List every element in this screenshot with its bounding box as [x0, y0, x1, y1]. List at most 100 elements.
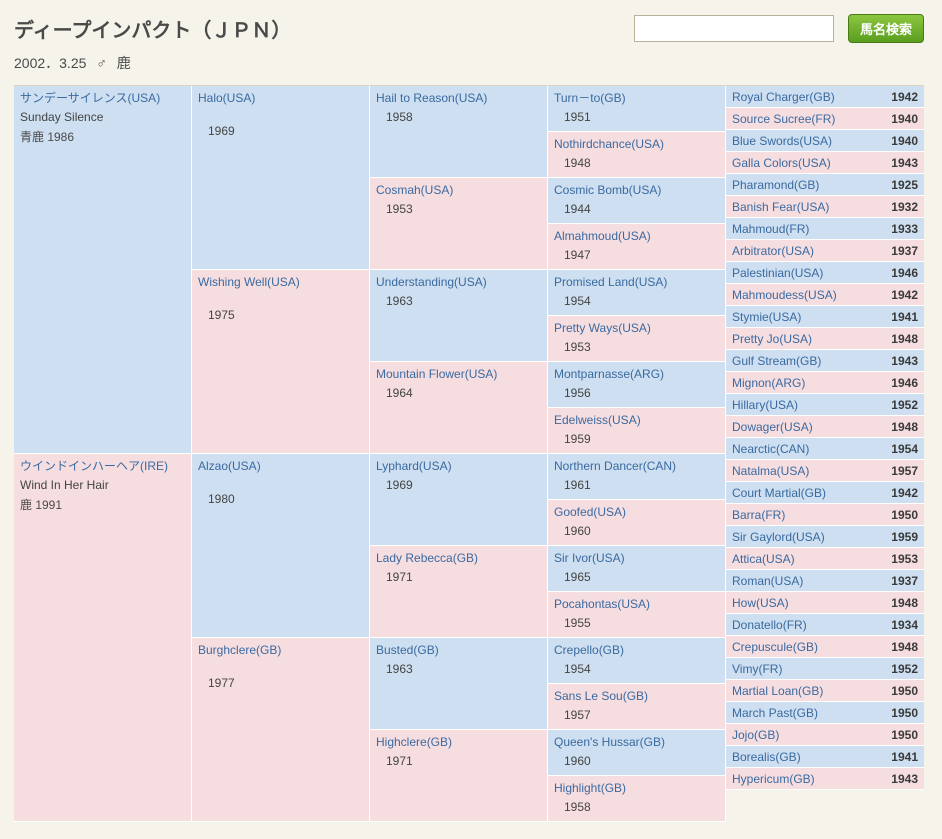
- gen5-row: Martial Loan(GB)1950: [726, 680, 924, 702]
- ancestor-link[interactable]: Galla Colors(USA): [732, 156, 831, 170]
- ancestor-link[interactable]: Nothirdchance(USA): [554, 136, 719, 153]
- ancestor-link[interactable]: Source Sucree(FR): [732, 112, 835, 126]
- gen3-cell: Lady Rebecca(GB)1971: [370, 546, 548, 638]
- ancestor-link[interactable]: Promised Land(USA): [554, 274, 719, 291]
- ancestor-link[interactable]: Hypericum(GB): [732, 772, 815, 786]
- ancestor-year: 1948: [891, 420, 918, 434]
- ancestor-link[interactable]: Royal Charger(GB): [732, 90, 835, 104]
- ancestor-link[interactable]: Palestinian(USA): [732, 266, 823, 280]
- ancestor-link[interactable]: Vimy(FR): [732, 662, 782, 676]
- ancestor-link[interactable]: Cosmah(USA): [376, 182, 541, 199]
- ancestor-link[interactable]: Roman(USA): [732, 574, 803, 588]
- birth-date: 2002．3.25: [14, 55, 86, 71]
- ancestor-link[interactable]: Alzao(USA): [198, 458, 363, 475]
- ancestor-link[interactable]: Barra(FR): [732, 508, 785, 522]
- gen5-row: Palestinian(USA)1946: [726, 262, 924, 284]
- ancestor-link[interactable]: Lady Rebecca(GB): [376, 550, 541, 567]
- gen4-cell: Promised Land(USA)1954: [548, 270, 726, 316]
- ancestor-link[interactable]: Donatello(FR): [732, 618, 807, 632]
- gen4-cell: Crepello(GB)1954: [548, 638, 726, 684]
- ancestor-link[interactable]: Goofed(USA): [554, 504, 719, 521]
- ancestor-link[interactable]: Pretty Ways(USA): [554, 320, 719, 337]
- ancestor-link[interactable]: Sir Gaylord(USA): [732, 530, 825, 544]
- ancestor-link[interactable]: Montparnasse(ARG): [554, 366, 719, 383]
- ancestor-link[interactable]: Arbitrator(USA): [732, 244, 814, 258]
- ancestor-year: 1958: [554, 799, 719, 816]
- ancestor-year: 1948: [891, 596, 918, 610]
- ancestor-link[interactable]: Edelweiss(USA): [554, 412, 719, 429]
- ancestor-link[interactable]: Pharamond(GB): [732, 178, 819, 192]
- ancestor-link[interactable]: Pretty Jo(USA): [732, 332, 812, 346]
- gen5-row: Royal Charger(GB) 1942: [726, 86, 924, 108]
- ancestor-link[interactable]: Mountain Flower(USA): [376, 366, 541, 383]
- ancestor-link[interactable]: Crepuscule(GB): [732, 640, 818, 654]
- ancestor-link[interactable]: Martial Loan(GB): [732, 684, 823, 698]
- ancestor-link[interactable]: Mahmoud(FR): [732, 222, 809, 236]
- ancestor-link[interactable]: ウインドインハーヘア(IRE): [20, 458, 185, 475]
- ancestor-link[interactable]: Hail to Reason(USA): [376, 90, 541, 107]
- gen4-cell: Edelweiss(USA)1959: [548, 408, 726, 454]
- ancestor-year: 1963: [376, 293, 541, 310]
- ancestor-link[interactable]: Northern Dancer(CAN): [554, 458, 719, 475]
- ancestor-en-name: Wind In Her Hair: [20, 477, 185, 494]
- ancestor-year: 1965: [554, 569, 719, 586]
- gen5-row: Hillary(USA) 1952: [726, 394, 924, 416]
- ancestor-link[interactable]: Pocahontas(USA): [554, 596, 719, 613]
- ancestor-link[interactable]: Banish Fear(USA): [732, 200, 829, 214]
- ancestor-link[interactable]: Nearctic(CAN): [732, 442, 809, 456]
- search-button[interactable]: 馬名検索: [848, 14, 924, 43]
- ancestor-link[interactable]: Lyphard(USA): [376, 458, 541, 475]
- ancestor-link[interactable]: Almahmoud(USA): [554, 228, 719, 245]
- ancestor-link[interactable]: How(USA): [732, 596, 789, 610]
- ancestor-link[interactable]: Dowager(USA): [732, 420, 813, 434]
- ancestor-link[interactable]: Busted(GB): [376, 642, 541, 659]
- ancestor-year: 1952: [891, 398, 918, 412]
- ancestor-link[interactable]: Sans Le Sou(GB): [554, 688, 719, 705]
- ancestor-link[interactable]: Wishing Well(USA): [198, 274, 363, 291]
- ancestor-link[interactable]: Highlight(GB): [554, 780, 719, 797]
- ancestor-link[interactable]: Halo(USA): [198, 90, 363, 107]
- ancestor-link[interactable]: Sir Ivor(USA): [554, 550, 719, 567]
- ancestor-link[interactable]: Natalma(USA): [732, 464, 809, 478]
- ancestor-year: 1940: [891, 134, 918, 148]
- gen4-cell: Turn－to(GB)1951: [548, 86, 726, 132]
- gen5-row: Natalma(USA)1957: [726, 460, 924, 482]
- search-input[interactable]: [634, 15, 834, 42]
- ancestor-link[interactable]: Court Martial(GB): [732, 486, 826, 500]
- gen5-row: Vimy(FR)1952: [726, 658, 924, 680]
- ancestor-link[interactable]: Gulf Stream(GB): [732, 354, 821, 368]
- ancestor-link[interactable]: Mignon(ARG): [732, 376, 805, 390]
- gen4-cell: Queen's Hussar(GB)1960: [548, 730, 726, 776]
- ancestor-link[interactable]: Attica(USA): [732, 552, 795, 566]
- ancestor-link[interactable]: Jojo(GB): [732, 728, 779, 742]
- ancestor-link[interactable]: March Past(GB): [732, 706, 818, 720]
- gen5-row: Roman(USA)1937: [726, 570, 924, 592]
- ancestor-link[interactable]: Understanding(USA): [376, 274, 541, 291]
- ancestor-link[interactable]: Queen's Hussar(GB): [554, 734, 719, 751]
- gen4-cell: Cosmic Bomb(USA)1944: [548, 178, 726, 224]
- gen5-row: Nearctic(CAN)1954: [726, 438, 924, 460]
- ancestor-year: 1975: [198, 307, 363, 324]
- ancestor-link[interactable]: サンデーサイレンス(USA): [20, 90, 185, 107]
- ancestor-link[interactable]: Borealis(GB): [732, 750, 801, 764]
- ancestor-link[interactable]: Turn－to(GB): [554, 90, 719, 107]
- ancestor-link[interactable]: Hillary(USA): [732, 398, 798, 412]
- gen4-cell: Sir Ivor(USA) 1965: [548, 546, 726, 592]
- ancestor-year: 1950: [891, 508, 918, 522]
- ancestor-link[interactable]: Highclere(GB): [376, 734, 541, 751]
- gen4-cell: Montparnasse(ARG)1956: [548, 362, 726, 408]
- ancestor-link[interactable]: Mahmoudess(USA): [732, 288, 837, 302]
- ancestor-year: 1932: [891, 200, 918, 214]
- gen1-cell: ウインドインハーヘア(IRE)Wind In Her Hair鹿 1991: [14, 454, 192, 822]
- gen4-cell: Pretty Ways(USA)1953: [548, 316, 726, 362]
- ancestor-link[interactable]: Cosmic Bomb(USA): [554, 182, 719, 199]
- ancestor-year: 1942: [891, 90, 918, 104]
- ancestor-link[interactable]: Crepello(GB): [554, 642, 719, 659]
- gen4-cell: Pocahontas(USA)1955: [548, 592, 726, 638]
- gen4-cell: Almahmoud(USA)1947: [548, 224, 726, 270]
- ancestor-year: 1971: [376, 753, 541, 770]
- gen5-row: Banish Fear(USA) 1932: [726, 196, 924, 218]
- ancestor-link[interactable]: Stymie(USA): [732, 310, 801, 324]
- ancestor-link[interactable]: Blue Swords(USA): [732, 134, 832, 148]
- ancestor-link[interactable]: Burghclere(GB): [198, 642, 363, 659]
